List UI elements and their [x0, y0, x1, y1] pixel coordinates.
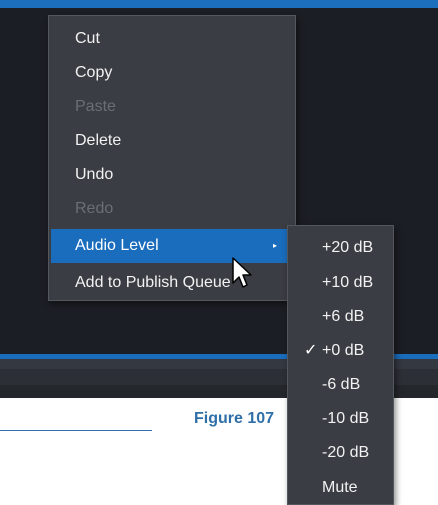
menu-item-undo[interactable]: Undo [51, 158, 293, 192]
submenu-item-minus6db[interactable]: -6 dB [288, 367, 393, 402]
menu-item-add-to-publish-queue[interactable]: Add to Publish Queue [51, 266, 293, 300]
menu-item-delete[interactable]: Delete [51, 124, 293, 158]
menu-item-cut[interactable]: Cut [51, 22, 293, 56]
submenu-item-mute[interactable]: Mute [288, 470, 393, 505]
audio-level-submenu: +20 dB +10 dB +6 dB ✓ +0 dB -6 dB -10 dB… [287, 225, 394, 505]
submenu-item-minus10db[interactable]: -10 dB [288, 401, 393, 436]
submenu-item-plus20db[interactable]: +20 dB [288, 230, 393, 265]
menu-item-label: Audio Level [75, 237, 159, 254]
menu-item-paste: Paste [75, 98, 116, 115]
submenu-item-plus6db[interactable]: +6 dB [288, 299, 393, 334]
menu-item-audio-level[interactable]: Audio Level ▸ [51, 229, 293, 263]
submenu-item-0db[interactable]: ✓ +0 dB [288, 333, 393, 368]
check-icon: ✓ [304, 342, 318, 359]
menu-item-copy[interactable]: Copy [51, 56, 293, 90]
top-accent-bar [0, 0, 438, 8]
document-rule [0, 430, 152, 431]
arrow-pointer-icon [232, 257, 252, 288]
submenu-item-plus10db[interactable]: +10 dB [288, 265, 393, 300]
submenu-item-minus20db[interactable]: -20 dB [288, 435, 393, 470]
menu-item-redo: Redo [75, 200, 114, 217]
submenu-item-label: +0 dB [322, 342, 365, 359]
context-menu: Cut Copy Paste Delete Undo Redo Audio Le… [48, 15, 296, 301]
figure-caption: Figure 107 [194, 410, 275, 427]
submenu-arrow-icon: ▸ [272, 241, 277, 250]
